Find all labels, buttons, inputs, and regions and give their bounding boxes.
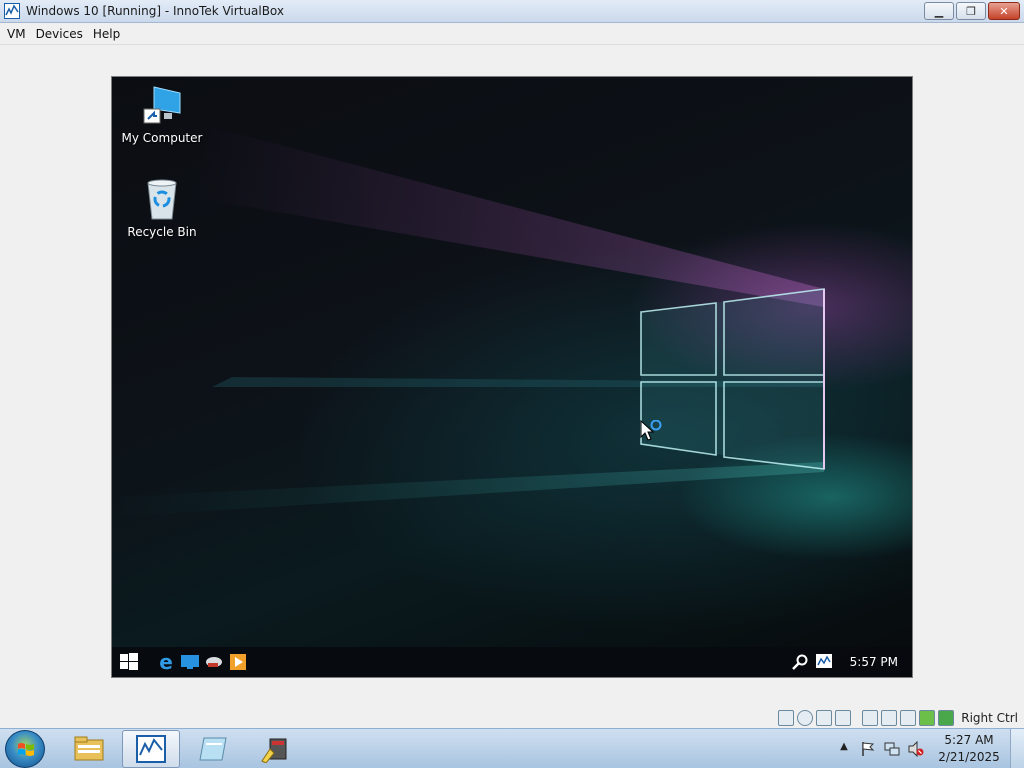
shared-folder-icon[interactable]: [881, 710, 898, 726]
media-player-icon[interactable]: [228, 652, 248, 672]
vm-status-bar: Right Ctrl: [0, 708, 1024, 728]
volume-muted-icon[interactable]: [908, 741, 924, 757]
network-icon[interactable]: [835, 710, 852, 726]
host-clock-date: 2/21/2025: [938, 750, 1000, 764]
floppy-icon[interactable]: [816, 710, 833, 726]
desktop-icon-label: Recycle Bin: [127, 225, 197, 239]
desktop-icon-label: My Computer: [121, 131, 203, 145]
mouse-cursor-busy: [640, 419, 664, 448]
file-explorer-button[interactable]: [60, 730, 118, 768]
windows-flag-icon: [18, 743, 34, 756]
desktop-icon[interactable]: [180, 652, 200, 672]
tool-icon: [261, 738, 287, 763]
monitor-icon[interactable]: [814, 652, 834, 672]
hard-disk-icon[interactable]: [778, 710, 795, 726]
monitor-shortcut-icon: [140, 83, 184, 127]
minimize-button[interactable]: ▁: [924, 2, 954, 20]
vm-screen[interactable]: My Computer Recycle Bin e 5:57 PM: [111, 76, 913, 678]
tool-button[interactable]: [246, 730, 304, 768]
show-desktop-button[interactable]: [1010, 729, 1024, 768]
notepad-button[interactable]: [184, 730, 242, 768]
recycle-bin-icon: [140, 177, 184, 221]
cd-icon[interactable]: [797, 710, 814, 726]
edge-icon[interactable]: e: [156, 650, 176, 674]
host-clock-time: 5:27 AM: [944, 733, 994, 747]
capture-icon[interactable]: [938, 710, 955, 726]
host-key-label: Right Ctrl: [961, 711, 1018, 725]
cloud-icon[interactable]: [204, 652, 224, 672]
network-icon[interactable]: [884, 741, 900, 757]
usb-icon[interactable]: [862, 710, 879, 726]
search-icon[interactable]: [790, 652, 810, 672]
host-taskbar: ▲ 5:27 AM 2/21/2025: [0, 728, 1024, 768]
window-title: Windows 10 [Running] - InnoTek VirtualBo…: [26, 4, 285, 18]
system-tray: ▲ 5:27 AM 2/21/2025: [828, 729, 1024, 768]
windows-start-icon[interactable]: [114, 647, 144, 677]
guest-clock[interactable]: 5:57 PM: [850, 655, 898, 669]
menu-bar: VM Devices Help: [0, 23, 1024, 45]
start-orb-button[interactable]: [5, 730, 45, 768]
virtualbox-icon: [4, 3, 20, 19]
virtualbox-taskbar-button[interactable]: [122, 730, 180, 768]
show-hidden-icon[interactable]: ▲: [836, 741, 852, 757]
file-explorer-icon: [74, 736, 104, 761]
guest-taskbar: e 5:57 PM: [112, 647, 912, 677]
desktop-icon-my-computer[interactable]: My Computer: [114, 83, 210, 145]
virtualbox-icon: [136, 735, 166, 763]
restore-button[interactable]: ❐: [956, 2, 986, 20]
notepad-icon: [199, 737, 227, 761]
close-button[interactable]: ✕: [988, 2, 1020, 20]
host-clock[interactable]: 5:27 AM 2/21/2025: [934, 732, 1004, 766]
mouse-integration-icon[interactable]: [919, 710, 936, 726]
desktop-icon-recycle-bin[interactable]: Recycle Bin: [114, 177, 210, 239]
window-titlebar[interactable]: Windows 10 [Running] - InnoTek VirtualBo…: [0, 0, 1024, 23]
menu-help[interactable]: Help: [89, 27, 124, 41]
windows-wallpaper: [112, 127, 825, 517]
menu-vm[interactable]: VM: [3, 27, 30, 41]
menu-devices[interactable]: Devices: [32, 27, 87, 41]
action-center-flag-icon[interactable]: [860, 741, 876, 757]
display-icon[interactable]: [900, 710, 917, 726]
